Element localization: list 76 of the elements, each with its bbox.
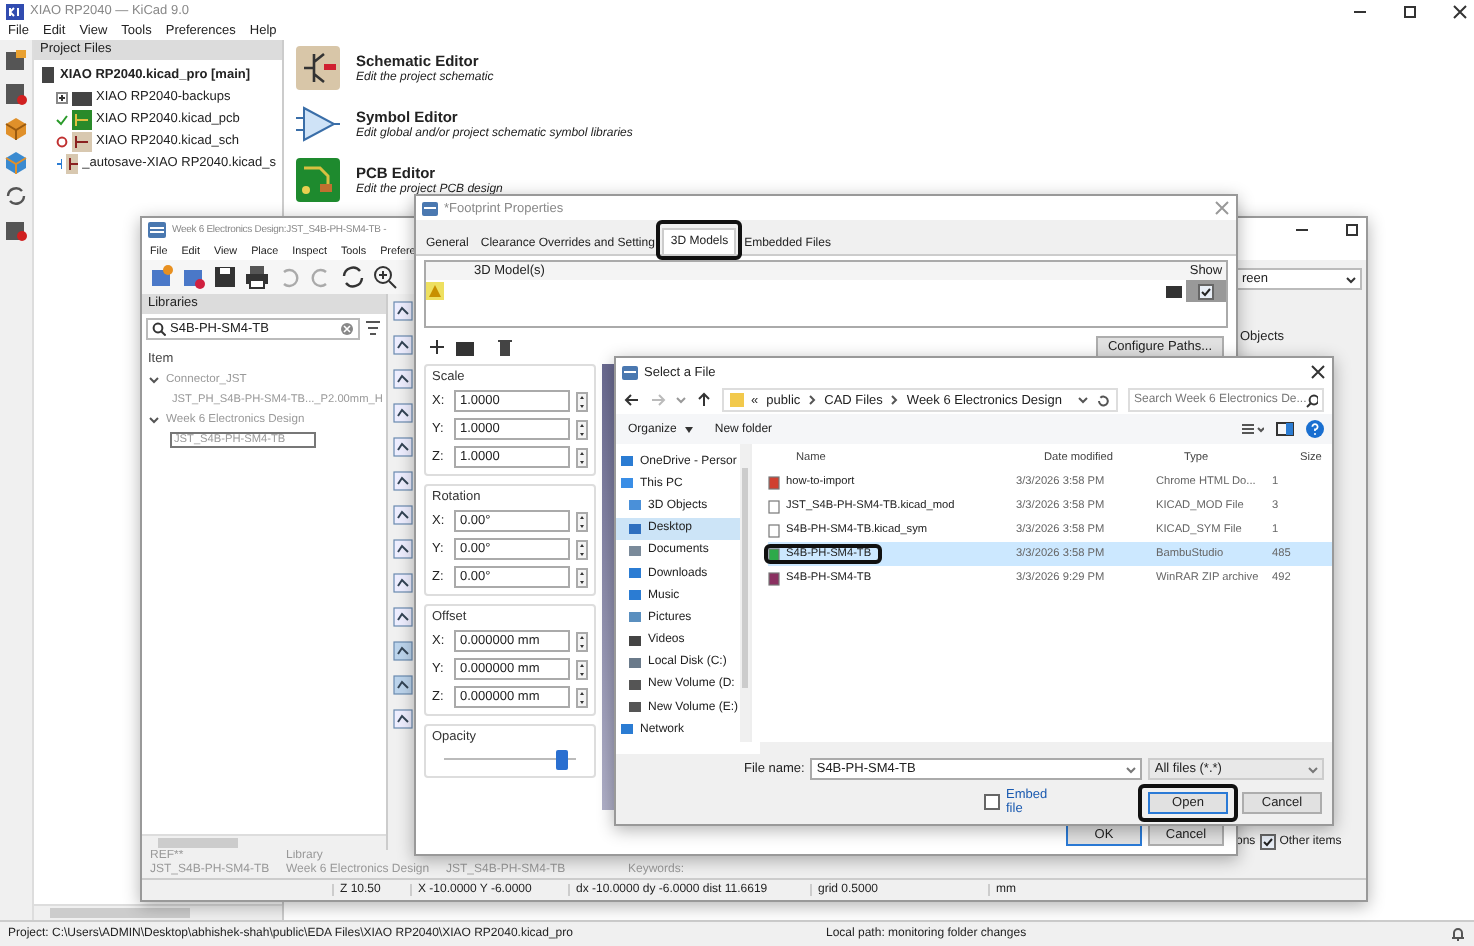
highlight-frame xyxy=(764,544,882,564)
spin-arrows-icon[interactable] xyxy=(576,447,588,467)
checkbox[interactable] xyxy=(1198,283,1214,299)
model-file-icon xyxy=(768,547,780,561)
tool-icon[interactable] xyxy=(392,368,414,390)
plus-icon[interactable] xyxy=(428,337,446,355)
view-list-icon[interactable] xyxy=(1240,422,1264,436)
tool-icon[interactable] xyxy=(392,538,414,560)
spin-arrows-icon[interactable] xyxy=(576,539,588,559)
search-icon xyxy=(1306,393,1318,407)
chevron-down-icon[interactable] xyxy=(148,374,160,386)
up-arrow-icon[interactable] xyxy=(695,392,712,408)
opacity-slider[interactable] xyxy=(444,750,576,770)
spin-arrows-icon[interactable] xyxy=(576,687,588,707)
circuit-board-icon xyxy=(72,109,92,129)
save-icon[interactable] xyxy=(212,264,238,290)
close-icon[interactable] xyxy=(1310,364,1326,380)
clear-icon[interactable] xyxy=(340,322,354,336)
chevron-down-icon[interactable] xyxy=(148,414,160,426)
circle-icon xyxy=(56,135,68,147)
filter-icon[interactable] xyxy=(364,320,382,338)
tool-icon[interactable] xyxy=(392,640,414,662)
tool-icon[interactable] xyxy=(392,436,414,458)
maximize-icon[interactable] xyxy=(1402,3,1418,19)
bell-icon[interactable] xyxy=(1450,926,1466,942)
dialog-icon xyxy=(622,365,638,379)
caret-icon xyxy=(1346,275,1356,283)
zoom-in-icon[interactable] xyxy=(372,264,398,290)
caret-icon xyxy=(1308,765,1318,773)
checkbox[interactable] xyxy=(984,794,1000,810)
refresh-icon[interactable] xyxy=(4,184,28,208)
tool-icon[interactable] xyxy=(392,300,414,322)
tool-icon[interactable] xyxy=(392,334,414,356)
highlight-frame xyxy=(1138,783,1238,821)
back-arrow-icon[interactable] xyxy=(624,392,640,408)
footprint-icon[interactable] xyxy=(148,264,174,290)
spin-arrows-icon[interactable] xyxy=(576,631,588,651)
chevron-right-icon xyxy=(890,394,899,406)
check-icon xyxy=(56,113,68,125)
preview-pane-icon[interactable] xyxy=(1276,422,1294,436)
caret-icon xyxy=(684,425,695,433)
slider-thumb[interactable] xyxy=(556,750,569,770)
chevron-right-icon xyxy=(808,394,817,406)
tool-icon[interactable] xyxy=(392,674,414,696)
close-icon[interactable] xyxy=(1452,3,1468,19)
circuit-board-icon[interactable] xyxy=(296,158,340,202)
scrollbar[interactable] xyxy=(142,834,386,850)
maximize-icon[interactable] xyxy=(1344,222,1360,238)
op-amp-icon[interactable] xyxy=(296,102,340,146)
trash-icon[interactable] xyxy=(496,337,514,355)
checkbox[interactable] xyxy=(1259,834,1276,850)
refresh-icon[interactable] xyxy=(1095,393,1110,407)
scrollbar[interactable] xyxy=(740,444,750,742)
tool-icon[interactable] xyxy=(392,572,414,594)
caret-icon[interactable] xyxy=(1077,396,1088,404)
scrollbar[interactable] xyxy=(760,742,1332,754)
refresh-icon[interactable] xyxy=(340,264,366,290)
scrollbar[interactable] xyxy=(34,904,282,920)
caret-icon xyxy=(1126,765,1137,773)
expand-icon[interactable] xyxy=(56,91,68,103)
footprint-icon[interactable] xyxy=(180,264,206,290)
spin-arrows-icon[interactable] xyxy=(576,659,588,679)
tool-icon[interactable] xyxy=(392,470,414,492)
spin-arrows-icon[interactable] xyxy=(576,511,588,531)
tool-icon[interactable] xyxy=(392,606,414,628)
tool-icon[interactable] xyxy=(392,402,414,424)
schematic-icon[interactable] xyxy=(296,46,340,90)
spin-arrows-icon[interactable] xyxy=(576,419,588,439)
spin-arrows-icon[interactable] xyxy=(576,567,588,587)
tool-icon[interactable] xyxy=(392,504,414,526)
dialog-icon xyxy=(422,201,438,215)
search-icon xyxy=(152,322,166,336)
tool-icon[interactable] xyxy=(392,708,414,730)
help-icon[interactable] xyxy=(1306,420,1324,438)
printer-icon[interactable] xyxy=(244,264,270,290)
spin-arrows-icon[interactable] xyxy=(576,391,588,411)
